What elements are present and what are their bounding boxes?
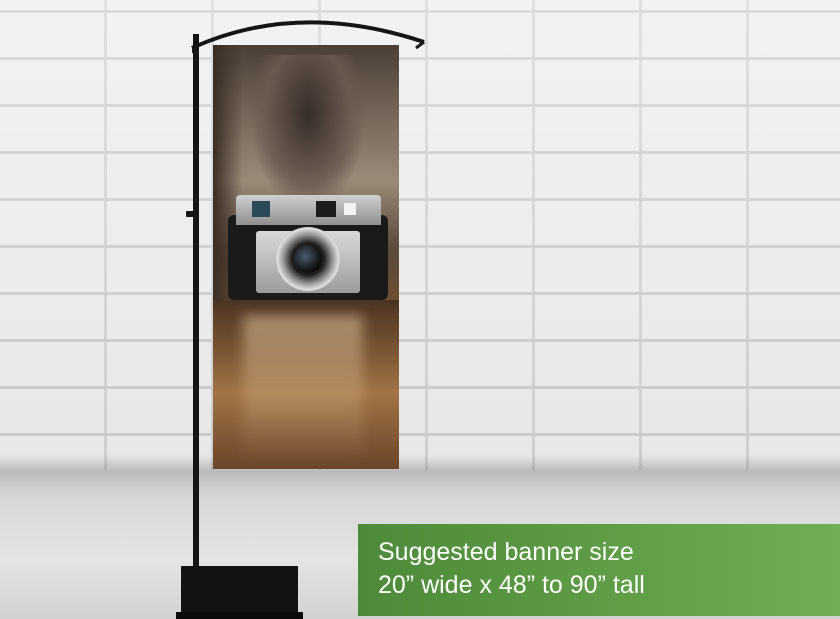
product-scene: Suggested banner size 20” wide x 48” to … — [0, 0, 840, 619]
stand-knob — [186, 211, 194, 217]
notice-title: Suggested banner size — [378, 538, 634, 566]
size-notice: Suggested banner size 20” wide x 48” to … — [358, 524, 840, 616]
brick-wall — [0, 0, 840, 480]
stand-pole — [193, 34, 199, 574]
banner-photo — [213, 45, 399, 469]
camera-icon — [228, 195, 388, 305]
notice-dimensions: 20” wide x 48” to 90” tall — [378, 571, 645, 599]
banner-background-blur — [253, 55, 363, 205]
